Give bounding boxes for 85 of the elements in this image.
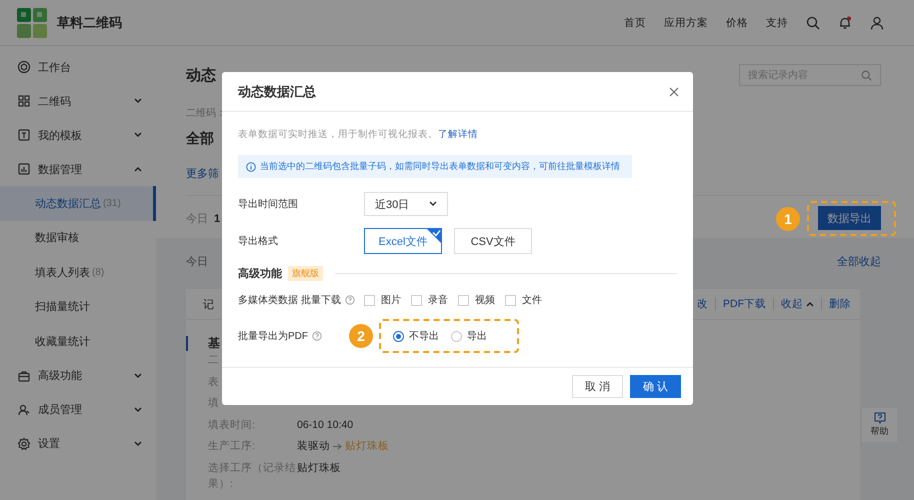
process-step: 贴灯珠板 <box>345 438 389 454</box>
filter-link[interactable]: 更多筛 <box>186 166 219 181</box>
sidebar-item[interactable]: 数据管理 <box>0 152 156 186</box>
sidebar-subitem[interactable]: 动态数据汇总 (31) <box>0 186 156 220</box>
nav-link[interactable]: 支持 <box>766 16 788 30</box>
info-icon <box>246 162 256 172</box>
field-label: 填 <box>208 396 219 411</box>
media-checkbox[interactable]: 图片 <box>364 293 401 307</box>
format-option[interactable]: Excel文件 <box>364 228 442 254</box>
field-label: 导出时间范围 <box>238 198 299 211</box>
section-title: 高级功能 <box>238 266 282 281</box>
field-label: 导出格式 <box>238 234 279 248</box>
close-icon[interactable] <box>669 86 679 96</box>
export-button[interactable]: 数据导出 <box>818 206 881 230</box>
field-label: 多媒体类数据 批量下载 <box>238 294 341 307</box>
field-label: 选择工序（记录结果）: <box>208 460 297 492</box>
record-action-link[interactable]: 收起 <box>773 297 821 311</box>
field-label: 批量导出为PDF <box>238 330 308 343</box>
pdf-radio[interactable]: 导出 <box>451 329 487 343</box>
field-value: 06-10 10:40 <box>297 418 354 432</box>
help-button[interactable]: 帮助 <box>862 408 897 442</box>
field-label: 生产工序: <box>208 439 256 454</box>
cancel-button[interactable]: 取 消 <box>572 375 623 398</box>
sidebar-item[interactable]: 成员管理 <box>0 392 156 426</box>
media-checkbox[interactable]: 视频 <box>458 293 495 307</box>
field-label: 表 <box>208 374 219 390</box>
field-label: 二 <box>208 353 219 368</box>
record-action-link[interactable]: 删除 <box>821 297 858 311</box>
user-icon <box>17 402 31 416</box>
intro-text: 表单数据可实时推送，用于制作可视化报表。了解详情 <box>238 128 479 141</box>
gear-icon <box>17 436 31 450</box>
user-icon[interactable] <box>870 16 884 30</box>
step-marker: 2 <box>349 324 373 348</box>
sidebar-item[interactable]: 我的模板 <box>0 118 156 152</box>
record-action-link[interactable]: PDF下载 <box>715 297 773 311</box>
sidebar-item[interactable]: 工作台 <box>0 50 156 84</box>
chevron-icon <box>806 301 814 307</box>
dialog-title: 动态数据汇总 <box>238 82 316 100</box>
media-checkbox[interactable]: 录音 <box>411 293 448 307</box>
chart-icon <box>17 162 31 176</box>
field-label: 填表时间: <box>208 418 256 432</box>
template-icon <box>17 128 31 142</box>
nav-link[interactable]: 价格 <box>726 16 748 30</box>
notice-bar: 当前选中的二维码包含批量子码，如需同时导出表单数据和可变内容，可前往批量模板详情 <box>238 155 632 178</box>
media-checkbox[interactable]: 文件 <box>505 293 542 307</box>
help-icon <box>312 331 322 341</box>
process-step: 装驱动 <box>297 438 330 454</box>
search-icon <box>861 70 872 80</box>
arrow-icon <box>333 442 342 450</box>
today-count: 今日 1 <box>186 212 220 226</box>
page-title: 动态 <box>186 66 216 84</box>
nav-link[interactable]: 首页 <box>624 16 646 30</box>
confirm-button[interactable]: 确 认 <box>630 375 681 398</box>
record-action-link[interactable]: 改 <box>690 297 715 311</box>
sidebar-subitem[interactable]: 数据审核 <box>0 220 156 255</box>
qr-name: 全部 <box>186 130 214 148</box>
section-title: 基 <box>208 334 220 352</box>
sidebar-subitem[interactable]: 扫描量统计 <box>0 290 156 324</box>
section-label: 今日 <box>186 255 208 269</box>
bell-icon[interactable] <box>838 16 852 30</box>
format-option[interactable]: CSV文件 <box>454 228 532 254</box>
sidebar-subitem[interactable]: 填表人列表 (8) <box>0 255 156 290</box>
search-icon[interactable] <box>806 16 820 30</box>
field-value: 贴灯珠板 <box>297 460 341 476</box>
pdf-radio[interactable]: 不导出 <box>393 329 439 343</box>
help-icon <box>874 412 886 424</box>
collapse-all-link[interactable]: 全部收起 <box>837 254 881 269</box>
sidebar-item[interactable]: 设置 <box>0 426 156 460</box>
cube-icon <box>17 60 31 74</box>
help-icon <box>344 295 355 305</box>
briefcase-icon <box>17 368 31 382</box>
sidebar-item[interactable]: 高级功能 <box>0 358 156 392</box>
logo-icon <box>17 8 47 38</box>
time-range-select[interactable]: 近30日 <box>364 192 448 216</box>
qr-label: 二维码： <box>186 106 226 120</box>
chevron-icon <box>429 201 437 207</box>
check-icon <box>426 228 442 244</box>
record-header: 记 <box>203 298 214 312</box>
learn-more-link[interactable]: 了解详情 <box>438 129 478 140</box>
sidebar-item[interactable]: 二维码 <box>0 84 156 118</box>
nav-link[interactable]: 应用方案 <box>664 16 708 30</box>
edition-badge: 旗舰版 <box>288 266 323 281</box>
sidebar-subitem[interactable]: 收藏量统计 <box>0 324 156 358</box>
brand-name: 草料二维码 <box>57 14 122 32</box>
grid-icon <box>17 94 31 108</box>
